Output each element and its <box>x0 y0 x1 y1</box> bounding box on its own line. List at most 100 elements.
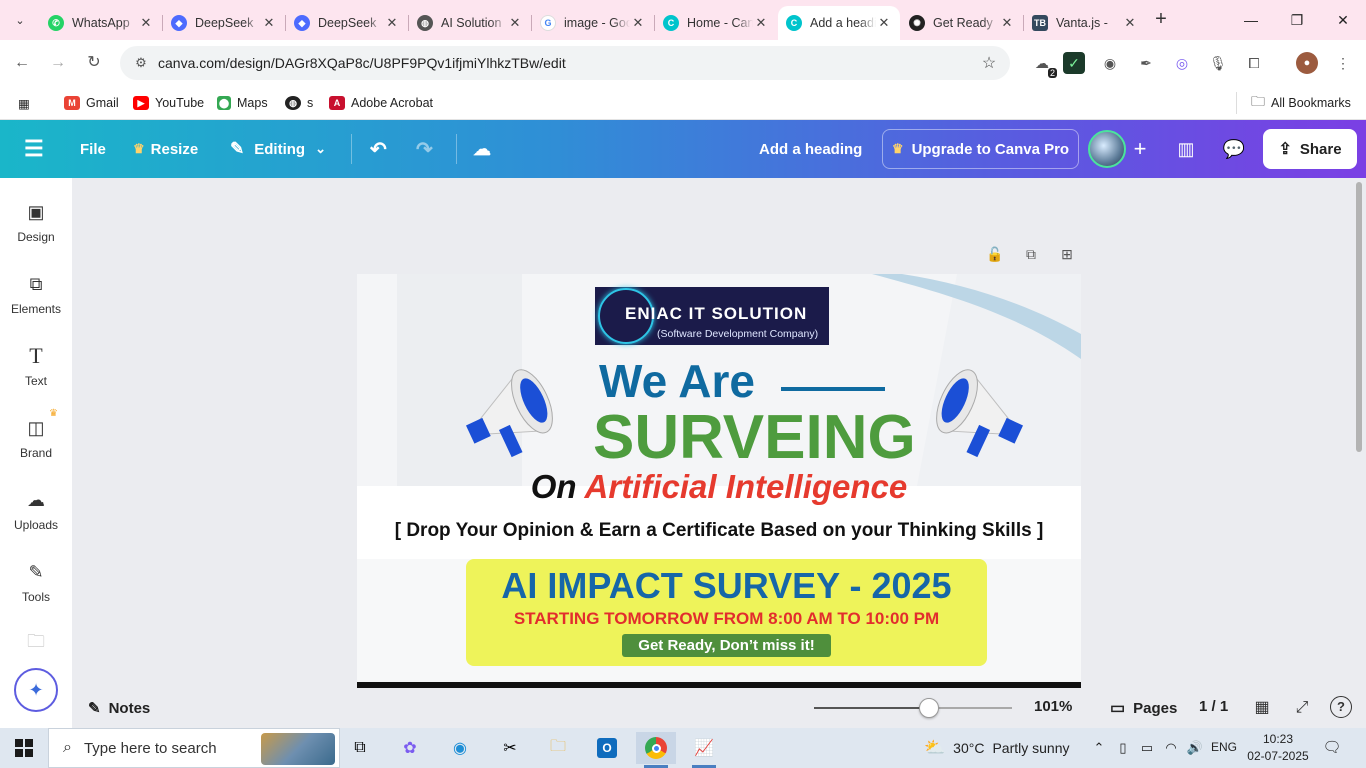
weather-widget[interactable]: ⛅ 30°C Partly sunny <box>924 728 1070 768</box>
file-explorer-icon[interactable]: 🗀 <box>538 732 578 764</box>
close-icon[interactable]: ✕ <box>507 15 523 31</box>
hamburger-menu-icon[interactable]: ☰ <box>24 133 44 165</box>
taskbar-clock[interactable]: 10:23 02-07-2025 <box>1246 731 1310 765</box>
site-info-icon[interactable]: ⚙ <box>126 55 156 71</box>
lock-icon[interactable]: 🔓 <box>985 246 1005 266</box>
bookmark-youtube[interactable]: ▶ YouTube <box>133 92 204 114</box>
extension-swirl-icon[interactable]: ◎ <box>1171 52 1193 74</box>
design-page[interactable]: ENIAC IT SOLUTION (Software Development … <box>357 274 1081 688</box>
tab-google-image[interactable]: G image - Google ✕ <box>532 6 655 40</box>
task-view-icon[interactable]: ⧉ <box>340 732 380 764</box>
minimize-icon[interactable]: — <box>1228 8 1274 32</box>
rail-elements[interactable]: ⧉ Elements <box>0 272 72 336</box>
reload-icon[interactable]: ↻ <box>82 51 106 75</box>
restore-icon[interactable]: ❐ <box>1274 8 1320 32</box>
share-label: Share <box>1299 140 1342 158</box>
camera-icon[interactable]: ◉ <box>1099 52 1121 74</box>
bookmark-s[interactable]: ◍ s <box>285 92 313 114</box>
microphone-icon[interactable]: 🎙 <box>1207 52 1229 74</box>
undo-icon[interactable]: ↶ <box>370 133 387 165</box>
editing-mode-dropdown[interactable]: ✎ Editing ⌄ <box>230 133 326 165</box>
redo-icon[interactable]: ↷ <box>416 133 433 165</box>
copilot-icon[interactable]: ✿ <box>390 732 430 764</box>
battery-icon[interactable]: ▭ <box>1137 738 1157 758</box>
duplicate-page-icon[interactable]: ⧉ <box>1021 246 1041 266</box>
back-icon[interactable]: ← <box>10 51 34 75</box>
snipping-tool-icon[interactable]: ✂ <box>490 732 530 764</box>
bookmark-gmail[interactable]: M Gmail <box>64 92 119 114</box>
magic-sparkle-button[interactable]: ✦ <box>14 668 58 712</box>
notifications-icon[interactable]: 🗨 <box>1322 738 1342 758</box>
insights-chart-icon[interactable]: ▥ <box>1166 129 1206 169</box>
bookmark-maps[interactable]: ⬤ Maps <box>217 92 268 114</box>
grid-view-icon[interactable]: ▦ <box>1250 696 1274 720</box>
fullscreen-icon[interactable]: ⤢ <box>1290 696 1314 720</box>
tab-vanta[interactable]: TB Vanta.js - ✕ <box>1024 6 1146 40</box>
notes-button[interactable]: ✎ Notes <box>88 696 150 720</box>
new-tab-button[interactable]: + <box>1150 8 1172 30</box>
excel-icon[interactable]: 📈 <box>684 732 724 768</box>
eyedropper-icon[interactable]: ✒ <box>1135 52 1157 74</box>
zoom-percent[interactable]: 101% <box>1034 698 1072 715</box>
tab-ai-solution[interactable]: ◍ AI Solution ✕ <box>409 6 532 40</box>
bookmark-adobe-acrobat[interactable]: A Adobe Acrobat <box>329 92 433 114</box>
close-icon[interactable]: ✕ <box>999 15 1015 31</box>
tab-home-canva[interactable]: C Home - Canva ✕ <box>655 6 777 40</box>
close-icon[interactable]: ✕ <box>753 15 769 31</box>
extension-app-icon[interactable]: ✓ <box>1063 52 1085 74</box>
resize-button[interactable]: ♛ Resize <box>133 133 198 165</box>
close-icon[interactable]: ✕ <box>630 15 646 31</box>
pages-button[interactable]: ▭ Pages <box>1110 696 1177 720</box>
forward-icon[interactable]: → <box>46 51 70 75</box>
comment-icon[interactable]: 💬 <box>1214 129 1254 169</box>
all-bookmarks[interactable]: 🗀 All Bookmarks <box>1236 92 1351 114</box>
tab-deepseek-1[interactable]: ◆ DeepSeek ✕ <box>163 6 286 40</box>
rail-tools[interactable]: ✎ Tools <box>0 560 72 624</box>
rail-design[interactable]: ▣ Design <box>0 200 72 264</box>
upgrade-button[interactable]: ♛ Upgrade to Canva Pro <box>882 129 1079 169</box>
omnibox[interactable]: ⚙ canva.com/design/DAGr8XQaP8c/U8PF9PQv1… <box>120 46 1010 80</box>
rail-text[interactable]: T Text <box>0 343 72 408</box>
profile-avatar[interactable]: ● <box>1296 52 1318 74</box>
add-page-icon[interactable]: ⊞ <box>1057 246 1077 266</box>
tray-chevron-up-icon[interactable]: ⌃ <box>1089 738 1109 758</box>
url-text[interactable]: canva.com/design/DAGr8XQaP8c/U8PF9PQv1if… <box>158 55 974 71</box>
file-menu[interactable]: File <box>80 133 106 165</box>
tab-get-ready[interactable]: ✺ Get Ready ✕ <box>901 6 1024 40</box>
volume-icon[interactable]: 🔊 <box>1185 738 1205 758</box>
help-icon[interactable]: ? <box>1330 696 1352 718</box>
wifi-icon[interactable]: ◠ <box>1161 738 1181 758</box>
rail-uploads[interactable]: ☁ Uploads <box>0 488 72 552</box>
apps-grid-icon[interactable]: ▦ <box>18 92 30 114</box>
outlook-icon[interactable]: O <box>587 732 627 764</box>
zoom-slider-thumb[interactable] <box>918 698 939 718</box>
zoom-slider[interactable] <box>814 698 1012 718</box>
tray-device-icon[interactable]: ▯ <box>1113 738 1133 758</box>
close-icon[interactable]: ✕ <box>384 15 400 31</box>
close-icon[interactable]: ✕ <box>261 15 277 31</box>
tab-add-a-heading[interactable]: C Add a heading ✕ <box>778 6 900 40</box>
close-icon[interactable]: ✕ <box>876 15 892 31</box>
close-icon[interactable]: ✕ <box>138 15 154 31</box>
document-title[interactable]: Add a heading <box>759 133 862 165</box>
vertical-scrollbar[interactable] <box>1356 182 1362 452</box>
window-close-icon[interactable]: ✕ <box>1320 8 1366 32</box>
input-language[interactable]: ENG <box>1211 740 1237 754</box>
windows-start-button[interactable] <box>0 728 48 768</box>
taskbar-search[interactable]: ⌕ Type here to search <box>48 728 340 768</box>
tab-deepseek-2[interactable]: ◆ DeepSeek ✕ <box>286 6 409 40</box>
tab-whatsapp[interactable]: ✆ WhatsApp ✕ <box>40 6 163 40</box>
extension-cloud-icon[interactable]: ☁ 2 <box>1031 52 1057 78</box>
chrome-icon[interactable] <box>636 732 676 768</box>
browser-tab-strip: ⌄ ✆ WhatsApp ✕ ◆ DeepSeek ✕ ◆ DeepSeek ✕… <box>0 0 1366 40</box>
menu-kebab-icon[interactable]: ⋮ <box>1332 52 1354 74</box>
edge-icon[interactable]: ◉ <box>440 732 480 764</box>
extensions-puzzle-icon[interactable]: ⧠ <box>1243 52 1265 74</box>
bookmark-star-icon[interactable]: ☆ <box>974 53 1004 73</box>
share-button[interactable]: ⇪ Share <box>1263 129 1357 169</box>
rail-brand[interactable]: ◫ ♛ Brand <box>0 408 72 480</box>
add-collaborator-icon[interactable]: + <box>1120 129 1160 169</box>
tab-search-button[interactable]: ⌄ <box>8 8 32 32</box>
close-icon[interactable]: ✕ <box>1122 15 1138 31</box>
cloud-saved-icon[interactable]: ☁ <box>473 133 491 165</box>
